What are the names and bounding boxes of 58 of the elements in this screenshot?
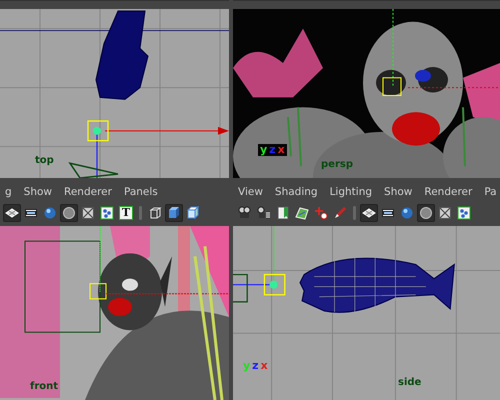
- menu-item[interactable]: Pa: [484, 186, 497, 198]
- bookmark-icon: [276, 206, 290, 220]
- toolbar-button[interactable]: [312, 204, 330, 222]
- toolbar-button[interactable]: [417, 204, 435, 222]
- image-plane-icon: [295, 206, 309, 220]
- axis-label: x: [260, 360, 268, 372]
- axis-label: y: [243, 360, 250, 372]
- viewport[interactable]: y z x persp: [233, 9, 500, 178]
- axis-label: z: [252, 360, 259, 372]
- camera-wireframe-icon: [68, 162, 119, 178]
- film-strip-icon: [381, 206, 395, 220]
- toolbar-button[interactable]: [3, 204, 21, 222]
- axis-label: x: [278, 144, 285, 156]
- toolbar-button[interactable]: [98, 204, 116, 222]
- flat-circle-icon: [62, 206, 76, 220]
- axis-label: z: [269, 144, 276, 156]
- crosshair-icon: [314, 206, 328, 220]
- viewport-label: front: [30, 381, 58, 392]
- menu-item[interactable]: Shading: [274, 186, 318, 198]
- camera-wireframe-icon: [233, 274, 248, 302]
- menu-item[interactable]: Lighting: [330, 186, 372, 198]
- viewport-label: side: [398, 377, 422, 388]
- toolbar-button[interactable]: [79, 204, 97, 222]
- pencil-icon: [333, 206, 347, 220]
- menu-item[interactable]: Renderer: [64, 186, 112, 198]
- grid-plane-icon: [5, 206, 19, 220]
- toolbar-button[interactable]: [165, 204, 183, 222]
- cube-icon: [186, 206, 200, 220]
- camera-list-icon: [257, 206, 271, 220]
- menu-item[interactable]: Panels: [124, 186, 158, 198]
- viewport-label: persp: [321, 159, 353, 170]
- dots-icon: [100, 206, 114, 220]
- wire-square-icon: [438, 206, 452, 220]
- viewport[interactable]: y z x side: [233, 226, 500, 400]
- menu-item[interactable]: g: [5, 186, 12, 198]
- toolbar-button[interactable]: [436, 204, 454, 222]
- menu-item[interactable]: Renderer: [424, 186, 472, 198]
- manipulator-drawing: [233, 226, 286, 296]
- film-strip-icon: [24, 206, 38, 220]
- toolbar-button[interactable]: [360, 204, 378, 222]
- flat-circle-icon: [419, 206, 433, 220]
- sphere-icon: [43, 206, 57, 220]
- grid-plane-icon: [362, 206, 376, 220]
- sphere-icon: [400, 206, 414, 220]
- viewport[interactable]: top: [0, 9, 229, 178]
- toolbar-button[interactable]: [184, 204, 202, 222]
- wire-square-icon: [81, 206, 95, 220]
- dots-icon: [457, 206, 471, 220]
- menu-item[interactable]: View: [238, 186, 263, 198]
- camera-icon: [238, 206, 252, 220]
- cube-icon: [167, 206, 181, 220]
- toolbar-button[interactable]: [455, 204, 473, 222]
- toolbar-button[interactable]: [60, 204, 78, 222]
- wire-cube-icon: [148, 206, 162, 220]
- axis-label: y: [260, 144, 268, 156]
- menu-item[interactable]: Show: [24, 186, 52, 198]
- viewport-label: top: [35, 155, 54, 166]
- menu-item[interactable]: Show: [384, 186, 412, 198]
